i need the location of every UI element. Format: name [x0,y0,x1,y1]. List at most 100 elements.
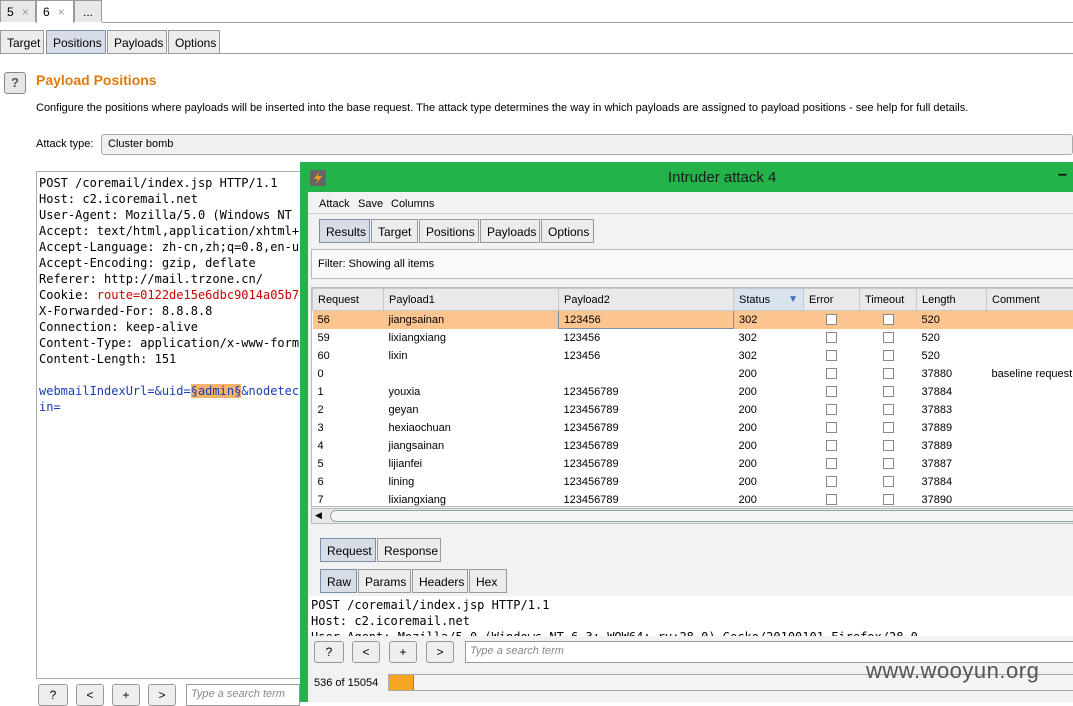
table-row[interactable]: 5lijianfei12345678920037887 [313,455,1073,473]
col-length[interactable]: Length [917,289,987,311]
prev-button[interactable]: < [76,684,104,706]
col-payload2[interactable]: Payload2 [559,289,734,311]
col-status-label: Status [739,294,770,306]
col-status[interactable]: Status▼ [734,289,804,311]
checkbox[interactable] [826,314,837,325]
table-row[interactable]: 4jiangsainan12345678920037889 [313,437,1073,455]
tab-5[interactable]: 5× [0,0,36,22]
checkbox[interactable] [883,440,894,451]
minimize-button[interactable]: – [1058,166,1067,184]
checkbox[interactable] [883,350,894,361]
checkbox[interactable] [826,476,837,487]
table-cell: 200 [734,455,804,473]
tab-6[interactable]: 6× [36,0,74,23]
tab-positions-w[interactable]: Positions [419,219,479,243]
col-error[interactable]: Error [804,289,860,311]
close-icon[interactable]: × [22,5,29,19]
table-cell [987,437,1073,455]
table-row[interactable]: 6lining12345678920037884 [313,473,1073,491]
body-post: &nodetec [241,384,299,398]
table-row[interactable]: 3hexiaochuan12345678920037889 [313,419,1073,437]
table-cell [987,347,1073,365]
table-cell: 200 [734,473,804,491]
table-cell [987,311,1073,329]
table-cell: 200 [734,383,804,401]
col-request[interactable]: Request [313,289,384,311]
add-button[interactable]: + [112,684,140,706]
col-timeout[interactable]: Timeout [860,289,917,311]
tab-options[interactable]: Options [168,30,220,54]
checkbox[interactable] [826,368,837,379]
search-input[interactable]: Type a search term [186,684,300,706]
next-button-w[interactable]: > [426,641,454,663]
table-cell: 60 [313,347,384,365]
scroll-left-icon[interactable]: ◀ [315,510,322,521]
raw-view[interactable]: POST /coremail/index.jsp HTTP/1.1Host: c… [308,596,1073,636]
table-row[interactable]: 59lixiangxiang123456302520 [313,329,1073,347]
help-button[interactable]: ? [4,72,26,94]
tab-hex[interactable]: Hex [469,569,507,593]
table-cell: 520 [917,311,987,329]
next-button[interactable]: > [148,684,176,706]
checkbox[interactable] [883,476,894,487]
checkbox[interactable] [826,386,837,397]
menu-attack[interactable]: Attack [319,198,350,210]
table-row[interactable]: 2geyan12345678920037883 [313,401,1073,419]
tab-headers[interactable]: Headers [412,569,468,593]
tab-options-w[interactable]: Options [541,219,594,243]
tab-payloads-w[interactable]: Payloads [480,219,540,243]
table-row[interactable]: 1youxia12345678920037884 [313,383,1073,401]
table-cell: lixiangxiang [384,329,559,347]
checkbox[interactable] [826,458,837,469]
tab-more[interactable]: ... [74,0,102,22]
add-button-w[interactable]: + [389,641,417,663]
help-button-w[interactable]: ? [314,641,344,663]
table-row[interactable]: 60lixin123456302520 [313,347,1073,365]
checkbox-cell [860,383,917,401]
tab-raw[interactable]: Raw [320,569,357,593]
menu-columns[interactable]: Columns [391,198,434,210]
tab-request[interactable]: Request [320,538,376,562]
scroll-thumb[interactable] [330,510,1073,522]
checkbox[interactable] [883,494,894,505]
horizontal-scrollbar[interactable]: ◀ [311,508,1073,524]
checkbox[interactable] [826,332,837,343]
table-row[interactable]: 56jiangsainan123456302520 [313,311,1073,329]
help-button-bottom[interactable]: ? [38,684,68,706]
tab-target-w[interactable]: Target [371,219,418,243]
table-cell [987,383,1073,401]
checkbox[interactable] [826,494,837,505]
tab-positions[interactable]: Positions [46,30,106,54]
tab-target[interactable]: Target [0,30,44,54]
attack-type-select[interactable]: Cluster bomb [101,134,1073,155]
checkbox-cell [804,347,860,365]
tab-params[interactable]: Params [358,569,411,593]
checkbox[interactable] [826,440,837,451]
checkbox[interactable] [883,314,894,325]
table-cell: jiangsainan [384,311,559,329]
tab-results[interactable]: Results [319,219,370,243]
section-description: Configure the positions where payloads w… [36,102,1066,114]
checkbox[interactable] [826,350,837,361]
filter-bar[interactable]: Filter: Showing all items [311,249,1073,279]
table-row[interactable]: 020037880baseline request [313,365,1073,383]
table-cell: lijianfei [384,455,559,473]
checkbox[interactable] [883,458,894,469]
checkbox[interactable] [826,404,837,415]
prev-button-w[interactable]: < [352,641,380,663]
checkbox[interactable] [883,386,894,397]
checkbox[interactable] [883,332,894,343]
body-pre: webmailIndexUrl=&uid= [39,384,191,398]
table-row[interactable]: 7lixiangxiang12345678920037890 [313,491,1073,508]
tab-payloads[interactable]: Payloads [107,30,167,54]
col-comment[interactable]: Comment [987,289,1073,311]
menu-save[interactable]: Save [358,198,383,210]
checkbox[interactable] [883,404,894,415]
request-editor[interactable]: POST /coremail/index.jsp HTTP/1.1Host: c… [36,171,306,679]
close-icon[interactable]: × [58,5,65,19]
checkbox[interactable] [883,422,894,433]
tab-response[interactable]: Response [377,538,441,562]
checkbox[interactable] [826,422,837,433]
checkbox[interactable] [883,368,894,379]
col-payload1[interactable]: Payload1 [384,289,559,311]
